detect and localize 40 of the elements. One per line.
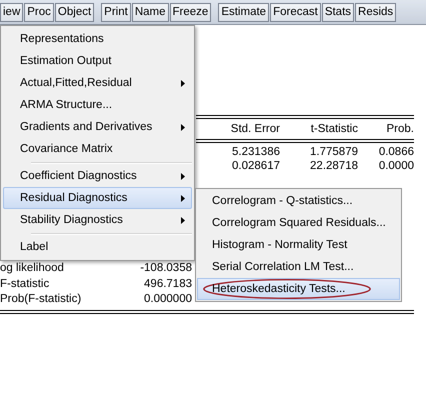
toolbar-button[interactable]: Freeze bbox=[170, 2, 212, 22]
stat-value: 0.000000 bbox=[143, 292, 192, 307]
stat-value: -108.0358 bbox=[139, 261, 192, 276]
column-header: Std. Error bbox=[230, 123, 280, 135]
menu-item[interactable]: Serial Correlation LM Test... bbox=[197, 256, 400, 278]
menu-item[interactable]: Representations bbox=[3, 28, 192, 50]
stat-value: 496.7183 bbox=[143, 276, 192, 292]
menu-item[interactable]: Correlogram Squared Residuals... bbox=[197, 212, 400, 234]
toolbar-button[interactable]: Stats bbox=[322, 2, 354, 22]
menu-item[interactable]: ARMA Structure... bbox=[3, 94, 192, 116]
table-cell-text: 22.28718 bbox=[309, 159, 358, 173]
table-cell-text: 1.775879 bbox=[309, 145, 358, 159]
menu-item[interactable]: Heteroskedasticity Tests... bbox=[197, 278, 400, 300]
toolbar-button[interactable]: Object bbox=[54, 2, 94, 22]
column-header: t-Statistic bbox=[310, 123, 358, 135]
menu-item[interactable]: Covariance Matrix bbox=[3, 138, 192, 160]
menu-item[interactable]: Histogram - Normality Test bbox=[197, 234, 400, 256]
menu-item[interactable]: Actual,Fitted,Residual bbox=[3, 72, 192, 94]
menu-item[interactable]: Gradients and Derivatives bbox=[3, 116, 192, 138]
menu-item[interactable]: Label bbox=[3, 236, 192, 258]
menu-item[interactable]: Stability Diagnostics bbox=[3, 209, 192, 231]
toolbar-button[interactable]: Name bbox=[132, 2, 169, 22]
column-header: Prob. bbox=[386, 123, 414, 135]
toolbar-button[interactable]: Estimate bbox=[218, 2, 270, 22]
menu-item[interactable]: Coefficient Diagnostics bbox=[3, 165, 192, 187]
toolbar-button[interactable]: Resids bbox=[355, 2, 396, 22]
table-cell-text: 0.0000 bbox=[378, 159, 414, 173]
toolbar-button[interactable]: Print bbox=[101, 2, 131, 22]
menu-item[interactable]: Estimation Output bbox=[3, 50, 192, 72]
toolbar-button[interactable]: iew bbox=[0, 2, 24, 22]
table-cell-text: 5.231386 bbox=[231, 145, 280, 159]
stat-label: og likelihood bbox=[0, 261, 65, 276]
toolbar-button[interactable]: Proc bbox=[24, 2, 54, 22]
table-cell-text: 0.0866 bbox=[378, 145, 414, 159]
table-cell-text: 0.028617 bbox=[231, 159, 280, 173]
menu-item[interactable]: Correlogram - Q-statistics... bbox=[197, 190, 400, 212]
stat-label: Prob(F-statistic) bbox=[0, 292, 82, 307]
menu-item[interactable]: Residual Diagnostics bbox=[3, 187, 192, 209]
stat-label: F-statistic bbox=[0, 276, 50, 292]
toolbar-button[interactable]: Forecast bbox=[270, 2, 321, 22]
